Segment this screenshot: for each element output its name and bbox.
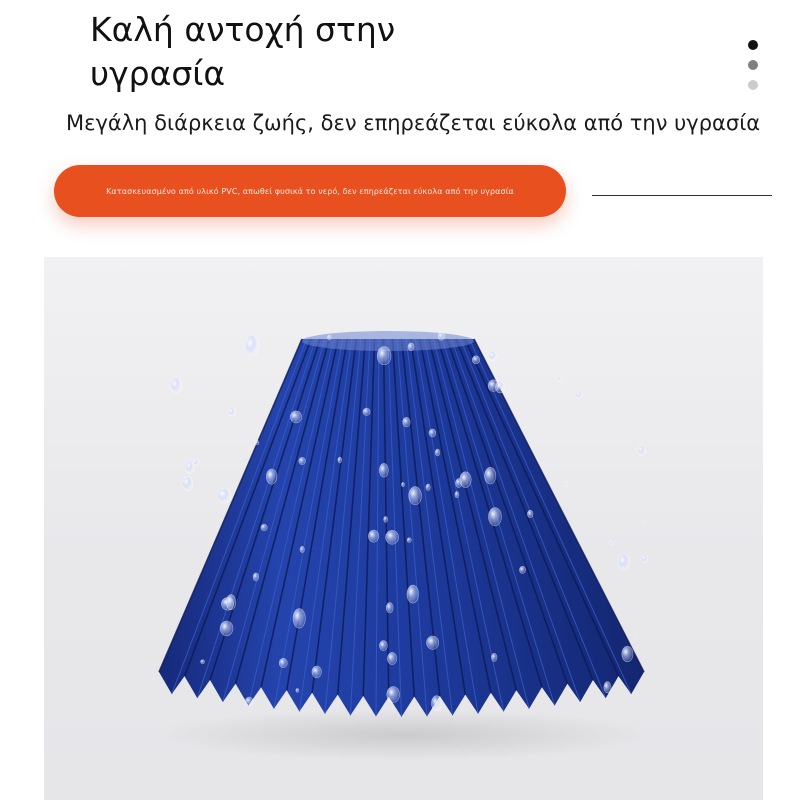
pagination-dot-3[interactable] bbox=[748, 80, 758, 90]
lampshade-illustration bbox=[154, 331, 654, 761]
title-line-1: Καλή αντοχή στην bbox=[90, 10, 396, 49]
carousel-pagination bbox=[748, 40, 760, 100]
feature-badge-text: Κατασκευασμένο από υλικό PVC, απωθεί φυσ… bbox=[106, 186, 514, 196]
divider-line bbox=[592, 195, 772, 196]
page-subtitle: Μεγάλη διάρκεια ζωής, δεν επηρεάζεται εύ… bbox=[66, 111, 761, 135]
page-title: Καλή αντοχή στην υγρασία bbox=[90, 8, 450, 96]
pleated-shade bbox=[158, 331, 645, 717]
product-image bbox=[44, 257, 763, 800]
title-line-2: υγρασία bbox=[90, 54, 226, 93]
pagination-dot-2[interactable] bbox=[748, 60, 758, 70]
feature-badge: Κατασκευασμένο από υλικό PVC, απωθεί φυσ… bbox=[54, 165, 566, 217]
pagination-dot-1[interactable] bbox=[748, 40, 758, 50]
